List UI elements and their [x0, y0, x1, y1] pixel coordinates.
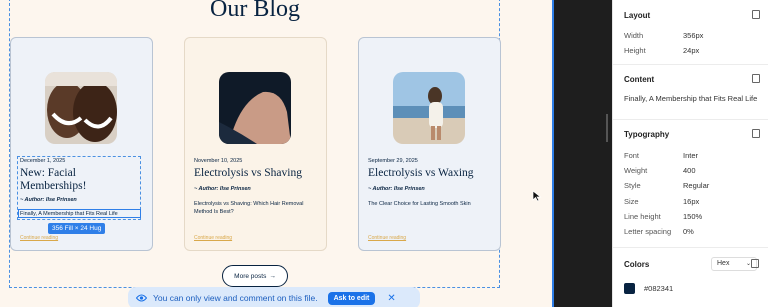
card-author: ~ Author: Ilse Prinsen: [368, 186, 425, 192]
content-section: Content: [613, 65, 768, 120]
eye-icon: [136, 294, 147, 302]
colors-heading: Colors: [624, 260, 650, 269]
layout-heading: Layout: [624, 11, 651, 20]
layout-section: Layout Width 356px Height 24px: [613, 0, 768, 65]
cursor-pointer-icon: [532, 190, 542, 202]
arrow-right-icon: →: [269, 272, 276, 280]
font-label: Font: [624, 151, 640, 160]
scrollbar-thumb[interactable]: [606, 114, 608, 142]
style-value[interactable]: Regular: [683, 181, 709, 190]
ask-to-edit-button[interactable]: Ask to edit: [327, 291, 376, 305]
size-value[interactable]: 16px: [683, 197, 699, 206]
width-label: Width: [624, 31, 644, 40]
color-format-value: Hex: [717, 260, 730, 267]
dark-sidebar-strip: [552, 0, 612, 307]
card-author: ~ Author: Ilse Prinsen: [194, 186, 251, 192]
letter-spacing-label: Letter spacing: [624, 227, 672, 236]
width-value[interactable]: 356px: [683, 31, 703, 40]
card-image-beach-woman: [393, 72, 465, 144]
content-heading: Content: [624, 75, 655, 84]
color-swatch[interactable]: [624, 283, 635, 294]
card-title[interactable]: New: Facial Memberships!: [20, 167, 145, 193]
copy-icon[interactable]: [752, 129, 760, 138]
card-image-women-laughing: [45, 72, 117, 144]
more-posts-label: More posts: [234, 272, 267, 280]
line-height-value[interactable]: 150%: [683, 212, 702, 221]
typography-section: Typography Font Inter Weight 400 Style R…: [613, 120, 768, 248]
card-title[interactable]: Electrolysis vs Waxing: [368, 167, 493, 180]
card-excerpt: Electrolysis vs Shaving: Which Hair Remo…: [194, 201, 304, 215]
properties-panel: Layout Width 356px Height 24px Content F…: [612, 0, 768, 307]
typography-heading: Typography: [624, 130, 670, 139]
height-value[interactable]: 24px: [683, 46, 699, 55]
more-posts-button[interactable]: More posts →: [222, 265, 288, 287]
card-author: ~ Author: Ilse Prinsen: [20, 197, 77, 203]
size-label: Size: [624, 197, 639, 206]
toast-message: You can only view and comment on this fi…: [153, 293, 318, 303]
continue-reading-link[interactable]: Continue reading: [368, 235, 406, 241]
card-date: November 10, 2025: [194, 158, 243, 164]
blog-card[interactable]: November 10, 2025 Electrolysis vs Shavin…: [184, 37, 327, 251]
blog-title: Our Blog: [210, 0, 300, 22]
view-only-toast: You can only view and comment on this fi…: [128, 287, 420, 307]
content-text[interactable]: Finally, A Membership that Fits Real Lif…: [624, 94, 764, 104]
canvas-edge-indicator: [552, 0, 554, 307]
card-image-shoulder: [219, 72, 291, 144]
close-icon[interactable]: ✕: [387, 293, 395, 304]
copy-icon[interactable]: [752, 74, 760, 83]
height-label: Height: [624, 46, 646, 55]
style-label: Style: [624, 181, 641, 190]
line-height-label: Line height: [624, 212, 661, 221]
letter-spacing-value[interactable]: 0%: [683, 227, 694, 236]
card-date: September 29, 2025: [368, 158, 418, 164]
card-excerpt: The Clear Choice for Lasting Smooth Skin: [368, 201, 471, 207]
continue-reading-link[interactable]: Continue reading: [20, 235, 58, 241]
continue-reading-link[interactable]: Continue reading: [194, 235, 232, 241]
dimension-badge: 356 Fill × 24 Hug: [48, 223, 106, 234]
copy-icon[interactable]: [752, 10, 760, 19]
blog-card[interactable]: December 1, 2025 New: Facial Memberships…: [10, 37, 153, 251]
blog-card[interactable]: September 29, 2025 Electrolysis vs Waxin…: [358, 37, 501, 251]
card-date: December 1, 2025: [20, 158, 66, 164]
weight-value[interactable]: 400: [683, 166, 696, 175]
color-hex-value[interactable]: #082341: [644, 284, 673, 293]
weight-label: Weight: [624, 166, 648, 175]
card-title[interactable]: Electrolysis vs Shaving: [194, 167, 319, 180]
design-canvas[interactable]: Our Blog December 1, 2025 New: Facial Me…: [0, 0, 552, 307]
copy-icon[interactable]: [751, 259, 759, 268]
card-excerpt[interactable]: Finally, A Membership that Fits Real Lif…: [20, 210, 145, 218]
font-value[interactable]: Inter: [683, 151, 698, 160]
